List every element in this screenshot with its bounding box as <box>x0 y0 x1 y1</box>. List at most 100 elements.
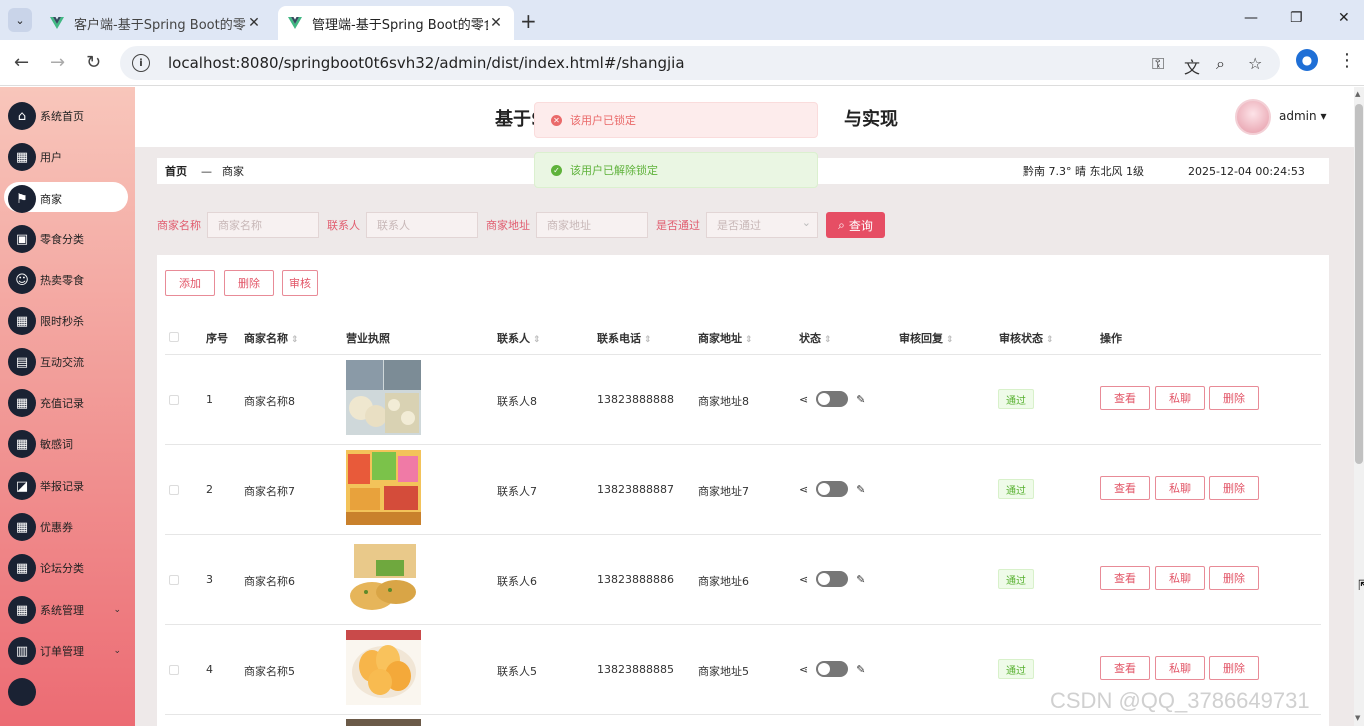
chat-button[interactable]: 私聊 <box>1155 386 1205 410</box>
header-phone[interactable]: 联系电话 ⇕ <box>597 330 652 346</box>
close-tab-icon[interactable]: ✕ <box>246 15 262 31</box>
row-delete-button[interactable]: 删除 <box>1209 476 1259 500</box>
review-status-badge: 通过 <box>998 659 1034 679</box>
clipboard-icon: ▥ <box>8 637 36 665</box>
sidebar-item-coupons[interactable]: ▦ 优惠券 <box>0 510 135 544</box>
edit-icon[interactable]: ✎ <box>856 483 865 496</box>
share-icon[interactable]: ⋖ <box>799 393 808 406</box>
sidebar-item-flash-sale[interactable]: ▦ 限时秒杀 <box>0 304 135 338</box>
sidebar-item-sensitive-words[interactable]: ▦ 敏感词 <box>0 427 135 461</box>
sidebar: ⌂ 系统首页 ▦ 用户 ⚑ 商家 ▣ 零食分类 ☺ 热卖零食 ▦ 限时秒杀 ▤ 互动交流 ▦ 充… <box>0 87 135 726</box>
password-key-icon[interactable]: ⚿ <box>1152 54 1164 74</box>
license-image[interactable] <box>346 450 421 525</box>
header-status[interactable]: 状态 ⇕ <box>799 330 832 346</box>
chat-button[interactable]: 私聊 <box>1155 476 1205 500</box>
sidebar-item-label: 充值记录 <box>40 397 84 410</box>
row-checkbox[interactable] <box>169 665 179 675</box>
sidebar-item-forum-category[interactable]: ▦ 论坛分类 <box>0 551 135 585</box>
header-reply[interactable]: 审核回复 ⇕ <box>899 330 954 346</box>
row-delete-button[interactable]: 删除 <box>1209 656 1259 680</box>
search-button-label: 查询 <box>848 218 873 233</box>
sidebar-item-hot-snacks[interactable]: ☺ 热卖零食 <box>0 263 135 297</box>
sidebar-item-snack-category[interactable]: ▣ 零食分类 <box>0 222 135 256</box>
share-icon[interactable]: ⋖ <box>799 663 808 676</box>
edit-icon[interactable]: ✎ <box>856 663 865 676</box>
close-tab-icon[interactable]: ✕ <box>488 15 504 31</box>
lock-toggle[interactable] <box>816 481 849 497</box>
scroll-up-icon[interactable]: ▲ <box>1355 90 1360 98</box>
bookmark-star-icon[interactable]: ☆ <box>1248 54 1262 73</box>
edit-icon[interactable]: ✎ <box>856 573 865 586</box>
window-close-icon[interactable]: ✕ <box>1338 10 1350 26</box>
lock-toggle[interactable] <box>816 571 849 587</box>
search-button[interactable]: ⌕ 查询 <box>826 212 885 238</box>
sidebar-item-home[interactable]: ⌂ 系统首页 <box>0 99 135 133</box>
scroll-down-icon[interactable]: ▼ <box>1355 714 1360 722</box>
sidebar-item-interaction[interactable]: ▤ 互动交流 <box>0 345 135 379</box>
header-name[interactable]: 商家名称 ⇕ <box>244 330 299 346</box>
forward-icon[interactable]: → <box>50 52 65 73</box>
sidebar-item-system[interactable]: ▦ 系统管理 ⌄ <box>0 593 135 627</box>
minimize-icon[interactable]: — <box>1244 10 1258 26</box>
license-image[interactable] <box>346 540 421 615</box>
row-delete-button[interactable]: 删除 <box>1209 566 1259 590</box>
sidebar-item-merchants[interactable]: ⚑ 商家 <box>0 182 135 216</box>
view-button[interactable]: 查看 <box>1100 476 1150 500</box>
address-input[interactable]: 商家地址 <box>536 212 648 238</box>
row-checkbox[interactable] <box>169 575 179 585</box>
sidebar-item-users[interactable]: ▦ 用户 <box>0 140 135 174</box>
tab-title: 客户端-基于Spring Boot的零食 <box>74 17 246 33</box>
sidebar-item-label: 论坛分类 <box>40 562 84 575</box>
license-image[interactable] <box>346 360 421 435</box>
approved-select[interactable]: 是否通过 <box>706 212 818 238</box>
tab-search-button[interactable]: ⌄ <box>8 8 32 32</box>
status-controls: ⋖ ✎ <box>799 661 865 677</box>
delete-button[interactable]: 删除 <box>224 270 274 296</box>
reload-icon[interactable]: ↻ <box>86 52 101 73</box>
sidebar-item-label: 限时秒杀 <box>40 315 84 328</box>
new-tab-icon[interactable]: + <box>520 9 537 33</box>
browser-tab-client[interactable]: 客户端-基于Spring Boot的零食 ✕ <box>40 6 272 40</box>
header-contact[interactable]: 联系人 ⇕ <box>497 330 541 346</box>
chat-button[interactable]: 私聊 <box>1155 566 1205 590</box>
translate-icon[interactable]: 文 <box>1184 54 1200 78</box>
avatar[interactable] <box>1235 99 1271 135</box>
header-review-status[interactable]: 审核状态 ⇕ <box>999 330 1054 346</box>
view-button[interactable]: 查看 <box>1100 386 1150 410</box>
share-icon[interactable]: ⋖ <box>799 483 808 496</box>
review-button[interactable]: 审核 <box>282 270 318 296</box>
contact-input[interactable]: 联系人 <box>366 212 478 238</box>
header-address[interactable]: 商家地址 ⇕ <box>698 330 753 346</box>
zoom-icon[interactable]: ⌕ <box>1216 54 1225 74</box>
view-button[interactable]: 查看 <box>1100 656 1150 680</box>
add-button[interactable]: 添加 <box>165 270 215 296</box>
row-checkbox[interactable] <box>169 395 179 405</box>
lock-toggle[interactable] <box>816 661 849 677</box>
lock-toggle[interactable] <box>816 391 849 407</box>
select-all-checkbox[interactable] <box>169 332 179 342</box>
view-button[interactable]: 查看 <box>1100 566 1150 590</box>
back-icon[interactable]: ← <box>14 52 29 73</box>
profile-icon[interactable]: ● <box>1296 49 1318 71</box>
browser-menu-icon[interactable]: ⋮ <box>1338 50 1356 71</box>
edit-icon[interactable]: ✎ <box>856 393 865 406</box>
scrollbar-thumb[interactable] <box>1355 104 1363 464</box>
sidebar-item-more[interactable] <box>0 675 135 709</box>
site-info-icon[interactable]: i <box>132 54 150 72</box>
url-field[interactable]: i localhost:8080/springboot0t6svh32/admi… <box>120 46 1280 80</box>
breadcrumb-home[interactable]: 首页 <box>165 163 187 179</box>
chevron-down-icon: ⌄ <box>113 646 121 656</box>
restore-icon[interactable]: ❐ <box>1290 10 1303 26</box>
sidebar-item-label: 订单管理 <box>40 645 84 658</box>
sidebar-item-recharge[interactable]: ▦ 充值记录 <box>0 386 135 420</box>
share-icon[interactable]: ⋖ <box>799 573 808 586</box>
sidebar-item-reports[interactable]: ◪ 举报记录 <box>0 469 135 503</box>
row-delete-button[interactable]: 删除 <box>1209 386 1259 410</box>
sidebar-item-orders[interactable]: ▥ 订单管理 ⌄ <box>0 634 135 668</box>
browser-tab-admin[interactable]: 管理端-基于Spring Boot的零食 ✕ <box>278 6 514 40</box>
row-checkbox[interactable] <box>169 485 179 495</box>
chat-button[interactable]: 私聊 <box>1155 656 1205 680</box>
merchant-name-input[interactable]: 商家名称 <box>207 212 319 238</box>
license-image[interactable] <box>346 630 421 705</box>
user-menu[interactable]: admin ▾ <box>1279 109 1326 123</box>
